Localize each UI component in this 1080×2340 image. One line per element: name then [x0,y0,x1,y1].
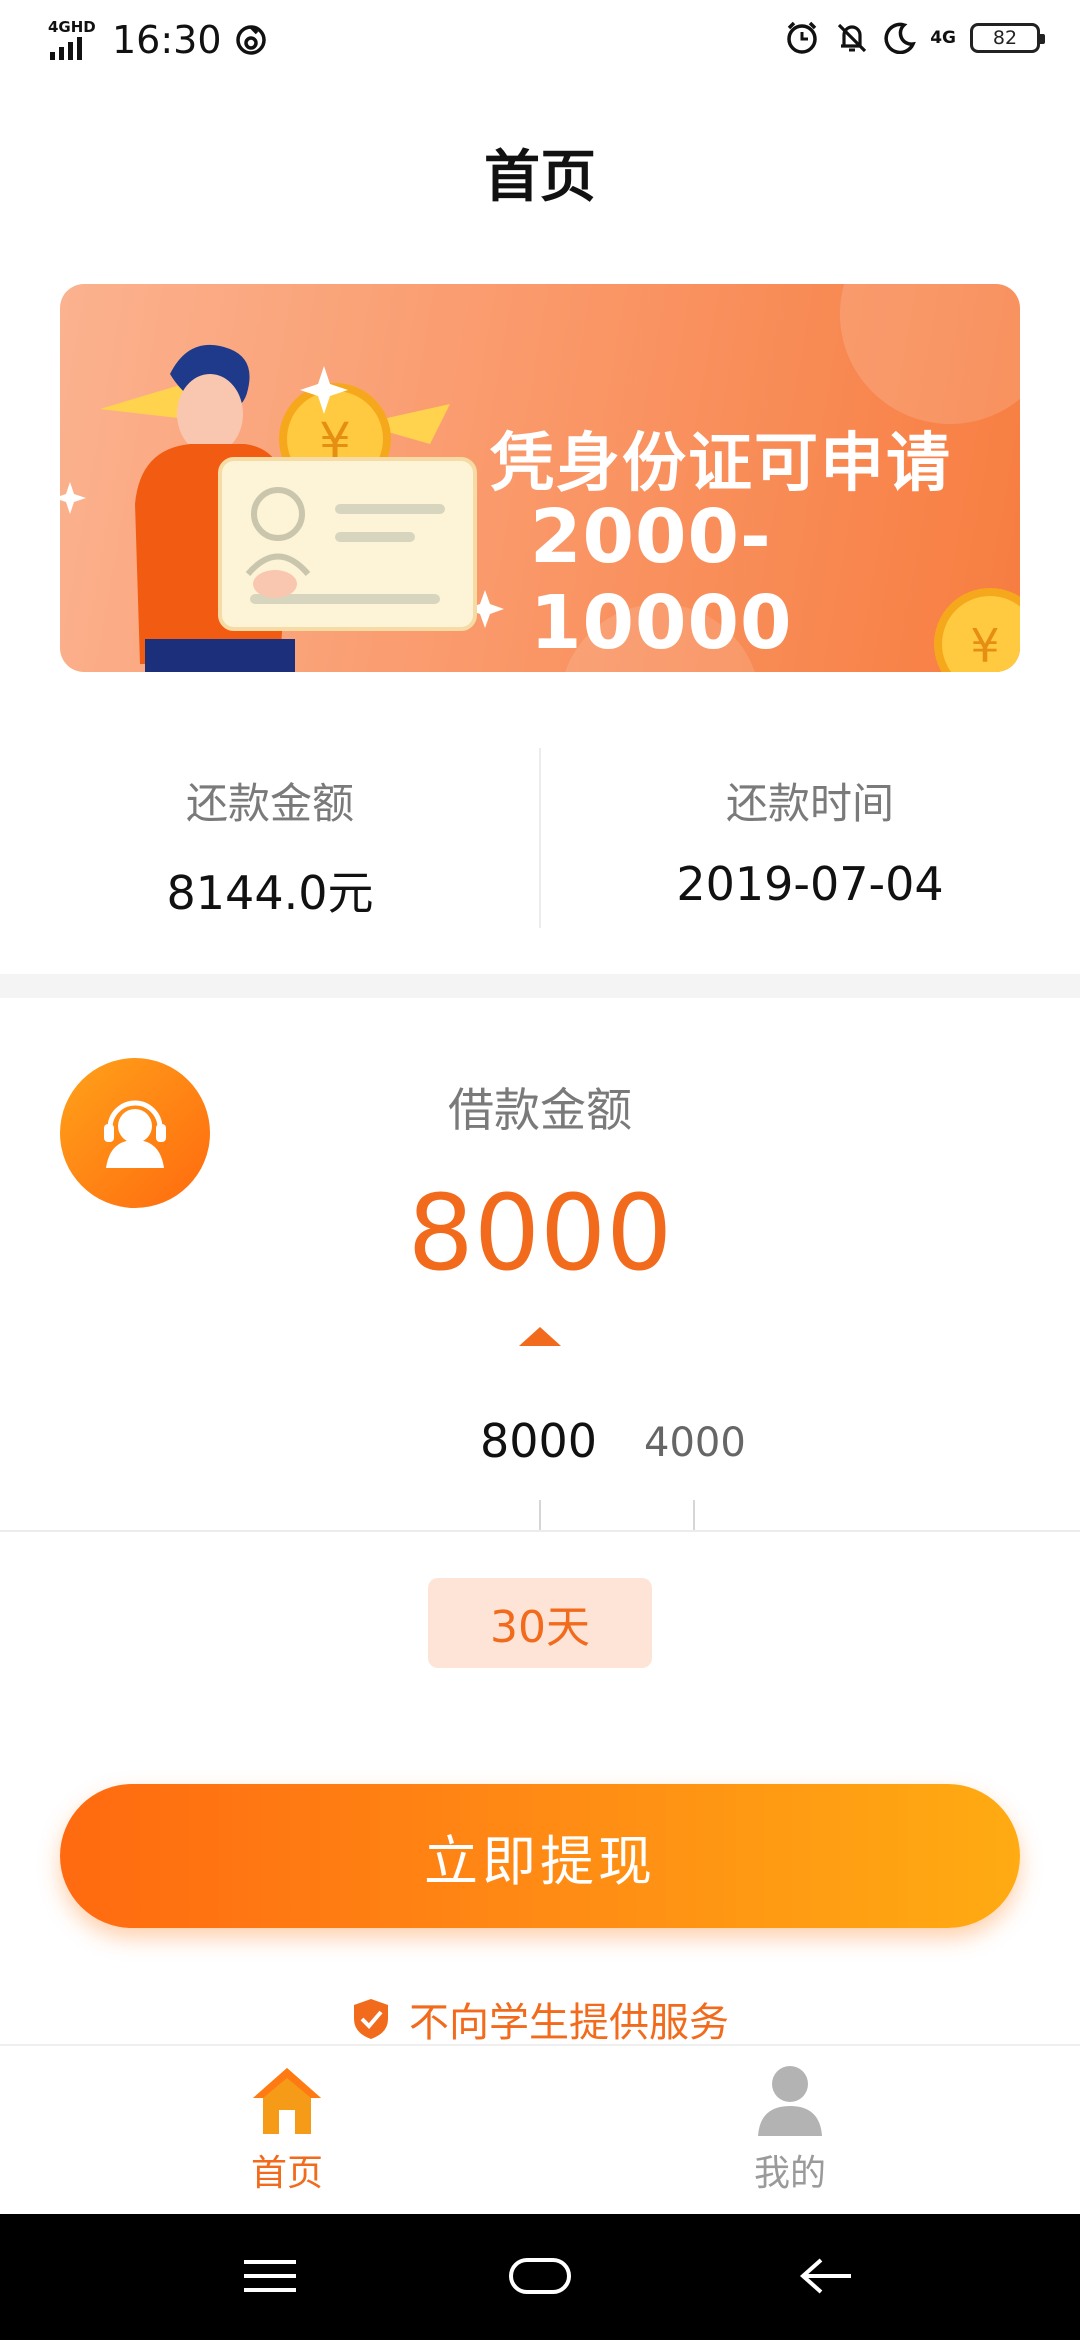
moon-icon [884,22,917,54]
page-title: 首页 [484,145,596,210]
battery-level: 82 [992,27,1018,49]
amount-option-selected[interactable]: 8000 [480,1414,597,1468]
status-bar: 4GHD 16:30 4G 82 [0,0,1080,84]
user-icon [758,2066,822,2136]
recent-apps-button[interactable] [220,2246,320,2306]
home-screen: 4GHD 16:30 4G 82 首页 ¥ ¥ 凭身份证可申请 2000-100… [0,0,1080,2340]
back-arrow-icon [799,2258,851,2294]
scale-tick [693,1500,695,1530]
tab-home[interactable]: 首页 [137,2064,437,2196]
loan-amount-label: 借款金额 [448,1083,632,1137]
promo-banner[interactable]: ¥ ¥ 凭身份证可申请 2000-10000 [60,284,1020,672]
repayment-amount: 还款金额 8144.0元 [0,748,540,923]
sync-icon [235,25,266,55]
student-notice: 不向学生提供服务 [0,1990,1080,2048]
status-time: 16:30 [112,18,222,62]
cellular-label: 4G [930,27,956,48]
repayment-amount-label: 还款金额 [185,779,354,828]
student-notice-text: 不向学生提供服务 [409,2000,729,2046]
banner-headline: 凭身份证可申请 [490,427,952,501]
menu-icon [244,2260,296,2292]
scale-tick [539,1500,541,1530]
withdraw-now-button[interactable]: 立即提现 [60,1784,1020,1928]
repayment-amount-value: 8144.0元 [166,866,374,920]
signal-icon: 4GHD [48,18,100,62]
tab-mine[interactable]: 我的 [640,2064,940,2196]
back-button[interactable] [775,2246,875,2306]
system-home-button[interactable] [490,2246,590,2306]
system-navigation-bar [0,2214,1080,2340]
repayment-date-value: 2019-07-04 [676,857,944,911]
alarm-icon [787,21,817,54]
loan-term-chip[interactable]: 30天 [428,1578,652,1668]
repayment-date: 还款时间 2019-07-04 [540,748,1080,911]
section-separator [0,974,1080,998]
status-left: 4GHD 16:30 [48,18,268,62]
banner-amount-range: 2000-10000 [530,494,793,666]
battery-icon: 82 [970,23,1045,53]
tab-mine-label: 我的 [753,2153,826,2194]
amount-scale-baseline[interactable] [0,1530,1080,1532]
bottom-tab-bar: 首页 我的 [0,2044,1080,2214]
home-icon [253,2068,321,2134]
selector-pointer-icon [519,1327,561,1346]
status-right: 4G 82 [784,20,1045,56]
repayment-date-label: 还款时间 [725,779,894,828]
loan-amount-value: 8000 [407,1172,673,1294]
tab-home-label: 首页 [250,2153,323,2194]
amount-option[interactable]: 4000 [644,1420,746,1466]
repayment-summary: 还款金额 8144.0元 还款时间 2019-07-04 [0,748,1080,928]
network-type-label: 4GHD [48,18,96,36]
shield-check-icon [354,1999,388,2039]
mute-icon [838,23,867,53]
home-pill-icon [509,2258,571,2294]
